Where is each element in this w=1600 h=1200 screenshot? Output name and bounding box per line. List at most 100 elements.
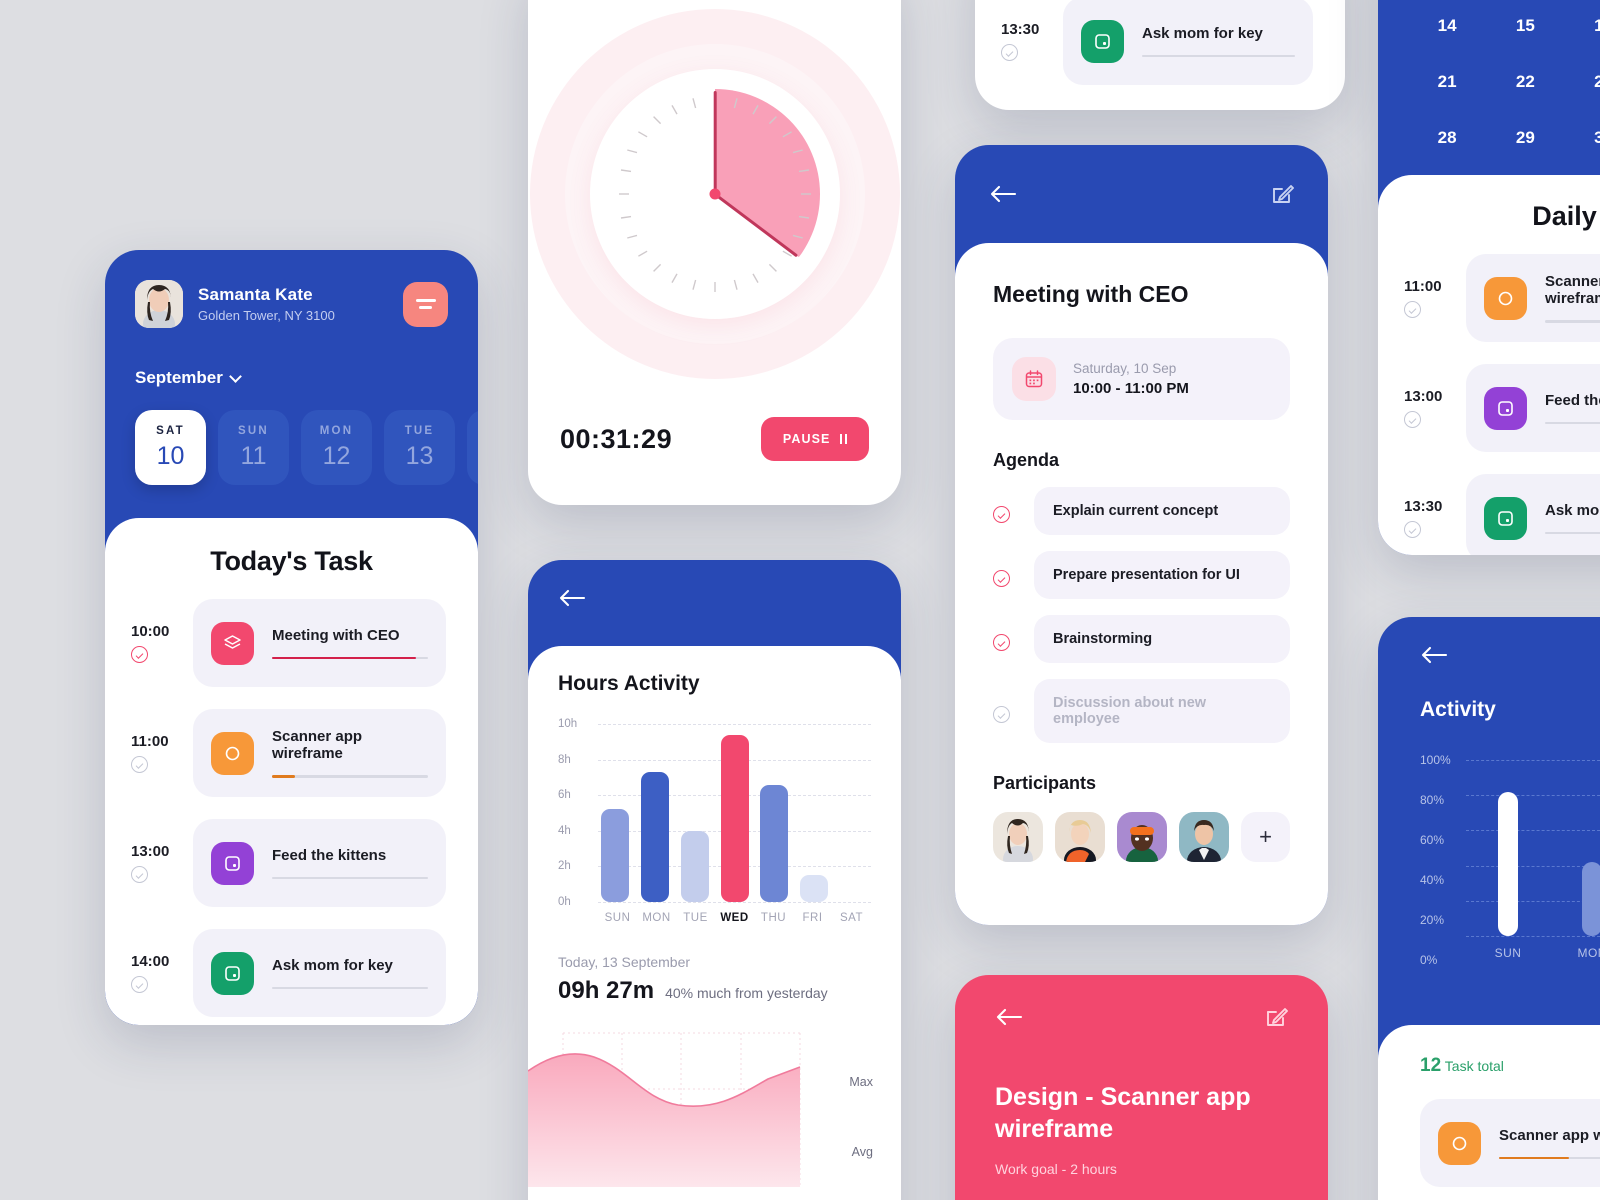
task-card[interactable]: Scanner app wireframe	[1420, 1099, 1600, 1187]
avatar[interactable]	[135, 280, 183, 328]
avatar[interactable]	[1055, 812, 1105, 862]
bar-column-fri[interactable]	[797, 724, 831, 902]
task-row[interactable]: Scanner app wireframe	[1378, 1099, 1600, 1187]
task-card[interactable]: Feed the kittens	[1466, 364, 1600, 452]
task-total-number: 12	[1420, 1055, 1442, 1076]
day-strip[interactable]: SAT 10 SUN 11 MON 12 TUE 13 WED 14	[135, 410, 478, 485]
add-participant-button[interactable]: +	[1241, 812, 1290, 862]
bars	[598, 724, 871, 902]
task-card[interactable]: Ask mom for key	[193, 929, 446, 1017]
page-title: Daily	[1532, 201, 1597, 231]
agenda-row[interactable]: Discussion about new employee	[993, 679, 1290, 743]
task-card[interactable]: Ask mom for key	[1466, 474, 1600, 555]
circle-icon	[211, 731, 254, 775]
agenda-item[interactable]: Explain current concept	[1034, 487, 1290, 535]
task-check-icon[interactable]	[1404, 521, 1421, 538]
calendar-day[interactable]: 23	[1565, 72, 1600, 92]
arrow-left-icon[interactable]	[989, 184, 1017, 204]
task-check-icon[interactable]	[131, 866, 148, 883]
task-row[interactable]: 10:00 Meeting with CEO	[105, 599, 478, 687]
bar-column-mon[interactable]	[1550, 760, 1600, 936]
calendar-day[interactable]: 14	[1408, 16, 1486, 36]
task-row[interactable]: 13:00 Feed the kittens	[1378, 364, 1600, 452]
calendar-day[interactable]: 28	[1408, 128, 1486, 148]
participant-list: +	[993, 812, 1290, 862]
square-icon	[1484, 386, 1527, 430]
agenda-item[interactable]: Discussion about new employee	[1034, 679, 1290, 743]
calendar-day[interactable]: 15	[1486, 16, 1564, 36]
meeting-detail-screen: Meeting with CEO Saturday, 10 Sep 10:00 …	[955, 145, 1328, 925]
meeting-datetime-card[interactable]: Saturday, 10 Sep 10:00 - 11:00 PM	[993, 338, 1290, 420]
agenda-check-icon[interactable]	[993, 633, 1010, 651]
task-card[interactable]: Ask mom for key	[1063, 0, 1313, 85]
task-progress-bar	[272, 656, 428, 660]
month-selector[interactable]: September	[135, 368, 448, 388]
activity-header: Activity	[1378, 617, 1600, 722]
daily-sheet: Daily 11:00 Scanner app wireframe 13:00	[1378, 175, 1600, 555]
agenda-row[interactable]: Brainstorming	[993, 615, 1290, 663]
day-chip-tue[interactable]: TUE 13	[384, 410, 455, 485]
agenda-check-icon[interactable]	[993, 505, 1010, 523]
agenda-check-icon[interactable]	[993, 569, 1010, 587]
task-row[interactable]: 13:30 Ask mom for key	[1378, 474, 1600, 555]
y-tick: 4h	[558, 824, 571, 837]
arrow-left-icon[interactable]	[995, 1007, 1023, 1027]
bar-column-tue[interactable]	[678, 724, 712, 902]
task-row[interactable]: 11:00 Scanner app wireframe	[1378, 254, 1600, 342]
agenda-row[interactable]: Explain current concept	[993, 487, 1290, 535]
day-number: 11	[240, 441, 267, 470]
calendar-grid[interactable]: 07 08 09 10 14 15 16 17 21 22 23 24 28 2…	[1408, 0, 1600, 148]
task-total-row: 12 Task total	[1378, 1055, 1600, 1077]
pause-button[interactable]: PAUSE	[760, 417, 869, 461]
edit-icon[interactable]	[1270, 182, 1294, 206]
task-check-icon[interactable]	[1404, 301, 1421, 318]
task-card[interactable]: Feed the kittens	[193, 819, 446, 907]
task-name: Scanner app wireframe	[1545, 273, 1600, 308]
calendar-day[interactable]: 29	[1486, 128, 1564, 148]
today-total-hours: 09h 27m	[558, 977, 655, 1004]
day-chip-sun[interactable]: SUN 11	[218, 410, 289, 485]
bar-column-sat[interactable]	[837, 724, 871, 902]
avatar[interactable]	[1179, 812, 1229, 862]
calendar-day[interactable]: 16	[1565, 16, 1600, 36]
page-title: Today's Task	[210, 546, 373, 576]
agenda-item[interactable]: Brainstorming	[1034, 615, 1290, 663]
day-chip-wed[interactable]: WED 14	[467, 410, 478, 485]
task-card[interactable]: Scanner app wireframe	[193, 709, 446, 797]
calendar-day[interactable]: 21	[1408, 72, 1486, 92]
bar-column-thu[interactable]	[757, 724, 791, 902]
menu-icon[interactable]	[403, 281, 448, 327]
task-check-icon[interactable]	[131, 646, 148, 663]
calendar-day[interactable]: 30	[1565, 128, 1600, 148]
task-check-icon[interactable]	[1001, 44, 1018, 61]
task-row[interactable]: 11:00 Scanner app wireframe	[105, 709, 478, 797]
arrow-left-icon[interactable]	[558, 588, 586, 608]
task-body: Scanner app wireframe	[272, 728, 428, 778]
task-card[interactable]: Meeting with CEO	[193, 599, 446, 687]
bar-column-sun[interactable]	[1466, 760, 1550, 936]
arrow-left-icon[interactable]	[1420, 645, 1448, 665]
bar-column-wed[interactable]	[717, 724, 751, 902]
day-name: TUE	[404, 424, 435, 437]
y-tick: 0%	[1420, 953, 1438, 967]
task-row[interactable]: 13:30 Ask mom for key	[975, 0, 1345, 85]
meeting-title: Meeting with CEO	[993, 281, 1189, 307]
bar-column-sun[interactable]	[598, 724, 632, 902]
task-card[interactable]: Scanner app wireframe	[1466, 254, 1600, 342]
avatar[interactable]	[993, 812, 1043, 862]
task-check-icon[interactable]	[1404, 411, 1421, 428]
agenda-check-icon[interactable]	[993, 705, 1010, 723]
task-check-icon[interactable]	[131, 976, 148, 993]
day-chip-sat[interactable]: SAT 10	[135, 410, 206, 485]
avatar[interactable]	[1117, 812, 1167, 862]
agenda-item[interactable]: Prepare presentation for UI	[1034, 551, 1290, 599]
task-name: Feed the kittens	[1545, 391, 1600, 409]
agenda-row[interactable]: Prepare presentation for UI	[993, 551, 1290, 599]
calendar-day[interactable]: 22	[1486, 72, 1564, 92]
day-chip-mon[interactable]: MON 12	[301, 410, 372, 485]
task-check-icon[interactable]	[131, 756, 148, 773]
task-row[interactable]: 13:00 Feed the kittens	[105, 819, 478, 907]
task-row[interactable]: 14:00 Ask mom for key	[105, 929, 478, 1017]
bar-column-mon[interactable]	[638, 724, 672, 902]
edit-icon[interactable]	[1264, 1005, 1288, 1029]
